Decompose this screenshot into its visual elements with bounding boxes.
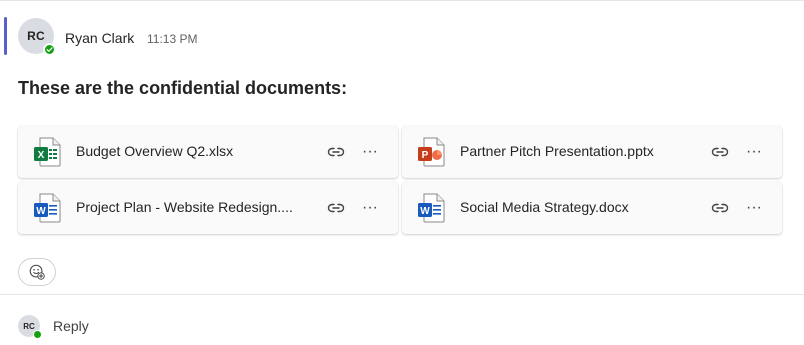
unread-accent-bar (4, 17, 7, 55)
reply-row[interactable]: RC Reply (0, 305, 804, 345)
copy-link-button[interactable] (324, 196, 348, 220)
link-icon (327, 203, 345, 213)
svg-text:X: X (38, 150, 45, 161)
link-icon (327, 147, 345, 157)
avatar[interactable]: RC (18, 18, 56, 56)
file-name[interactable]: Partner Pitch Presentation.pptx (460, 143, 654, 159)
avatar-initials: RC (23, 321, 35, 331)
message-timestamp: 11:13 PM (147, 32, 198, 46)
excel-file-icon: X (32, 136, 64, 168)
author-name: Ryan Clark (65, 30, 135, 46)
svg-text:W: W (420, 206, 430, 217)
powerpoint-file-icon: P (416, 136, 448, 168)
copy-link-button[interactable] (708, 196, 732, 220)
file-name[interactable]: Project Plan - Website Redesign.... (76, 199, 293, 215)
file-card-social-media-strategy[interactable]: W Social Media Strategy.docx ··· (402, 182, 782, 234)
presence-available-icon (43, 43, 56, 56)
chat-message: RC Ryan Clark 11:13 PM These are the con… (0, 2, 804, 294)
file-card-project-plan[interactable]: W Project Plan - Website Redesign.... ··… (18, 182, 398, 234)
reply-button[interactable]: Reply (53, 318, 89, 334)
word-file-icon: W (32, 192, 64, 224)
more-options-button[interactable]: ··· (742, 140, 766, 164)
file-name[interactable]: Social Media Strategy.docx (460, 199, 629, 215)
file-card-budget-overview[interactable]: X Budget Overview Q2.xlsx ··· (18, 126, 398, 178)
file-name[interactable]: Budget Overview Q2.xlsx (76, 143, 233, 159)
more-options-button[interactable]: ··· (358, 196, 382, 220)
word-file-icon: W (416, 192, 448, 224)
link-icon (711, 147, 729, 157)
copy-link-button[interactable] (324, 140, 348, 164)
file-card-partner-pitch[interactable]: P Partner Pitch Presentation.pptx ··· (402, 126, 782, 178)
reply-divider (0, 294, 804, 295)
more-options-button[interactable]: ··· (358, 140, 382, 164)
presence-available-icon (33, 330, 42, 339)
svg-text:P: P (422, 150, 429, 161)
message-text: These are the confidential documents: (18, 78, 348, 98)
copy-link-button[interactable] (708, 140, 732, 164)
avatar-initials: RC (27, 29, 45, 43)
avatar: RC (18, 315, 42, 339)
svg-text:W: W (36, 206, 46, 217)
link-icon (711, 203, 729, 213)
add-reaction-icon (29, 264, 45, 280)
more-options-button[interactable]: ··· (742, 196, 766, 220)
add-reaction-button[interactable] (18, 258, 56, 286)
top-divider (0, 0, 804, 1)
